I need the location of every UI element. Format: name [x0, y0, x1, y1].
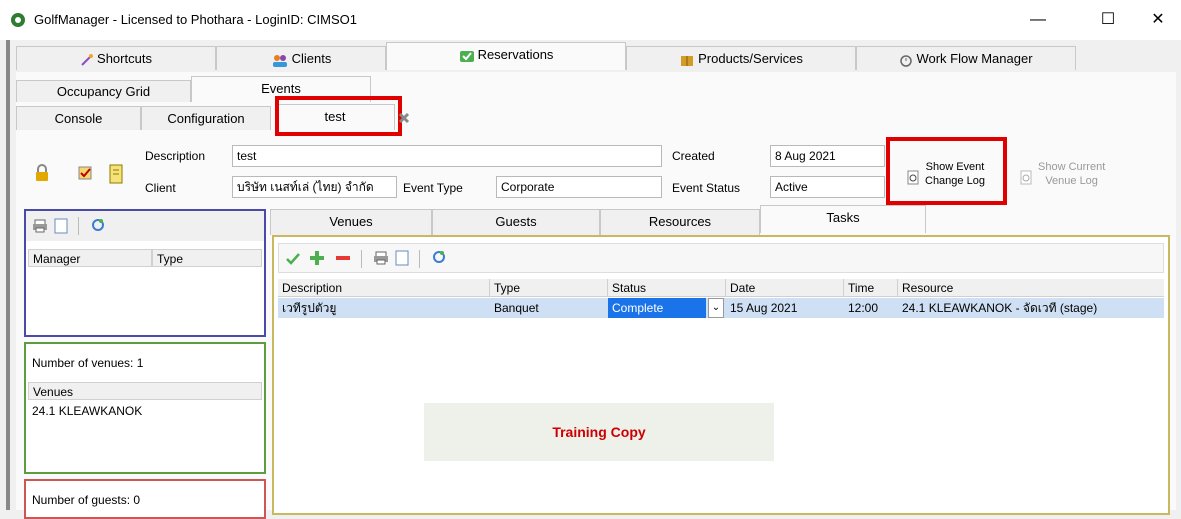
- table-row[interactable]: เวทีรูปตัวยู Banquet Complete ⌄ 15 Aug 2…: [278, 298, 1164, 318]
- show-current-venue-log-button[interactable]: Show Current Venue Log: [1018, 158, 1128, 194]
- tab-label: Products/Services: [698, 51, 803, 66]
- cell-resource: 24.1 KLEAWKANOK - จัดเวที (stage): [902, 301, 1098, 315]
- event-type-field[interactable]: Corporate: [496, 176, 662, 198]
- description-field[interactable]: test: [232, 145, 662, 167]
- refresh-tasks-icon[interactable]: [431, 249, 447, 265]
- manager-column-header[interactable]: Manager: [28, 249, 152, 267]
- chevron-down-icon[interactable]: ⌄: [708, 298, 724, 318]
- tab-reservations[interactable]: Reservations: [386, 42, 626, 70]
- package-icon: [681, 55, 694, 66]
- print-tasks-icon[interactable]: [373, 251, 389, 265]
- detail-tabs: Venues Guests Resources Tasks: [270, 205, 1175, 235]
- cell-type: Banquet: [494, 301, 539, 315]
- window-left-edge: [6, 40, 10, 510]
- tab-console[interactable]: Console: [16, 106, 141, 130]
- guests-panel: Number of guests: 0: [24, 479, 266, 519]
- notebook-icon[interactable]: [108, 164, 124, 184]
- cell-date: 15 Aug 2021: [730, 301, 798, 315]
- tab-configuration[interactable]: Configuration: [141, 106, 271, 130]
- tab-guests[interactable]: Guests: [432, 209, 600, 235]
- tab-resources[interactable]: Resources: [600, 209, 760, 235]
- tab-label: Clients: [291, 51, 332, 66]
- checklist-icon[interactable]: [76, 164, 94, 182]
- tab-shortcuts[interactable]: Shortcuts: [16, 46, 216, 70]
- status-select[interactable]: Complete: [608, 298, 706, 318]
- tab-label: Reservations: [477, 47, 554, 62]
- event-type-label: Event Type: [403, 181, 463, 195]
- remove-icon[interactable]: [335, 250, 351, 266]
- manager-panel: Manager Type: [24, 209, 266, 337]
- tasks-toolbar: [278, 243, 1164, 273]
- cell-time: 12:00: [848, 301, 879, 315]
- venue-log-line1: Show Current: [1038, 161, 1106, 173]
- tab-occupancy-grid[interactable]: Occupancy Grid: [16, 80, 191, 102]
- highlight-test-tab: [275, 96, 402, 136]
- title-bar: GolfManager - Licensed to Phothara - Log…: [0, 0, 1181, 40]
- event-status-field[interactable]: Active: [770, 176, 885, 198]
- app-logo-icon: [11, 13, 25, 27]
- tab-clients[interactable]: Clients: [216, 46, 386, 70]
- client-label: Client: [145, 181, 176, 195]
- description-label: Description: [145, 149, 206, 163]
- document-tasks-icon[interactable]: [395, 250, 409, 266]
- training-copy-watermark: Training Copy: [424, 403, 774, 461]
- column-description[interactable]: Description: [278, 279, 490, 297]
- minimize-button[interactable]: —: [1015, 6, 1061, 34]
- close-button[interactable]: ✕: [1135, 6, 1181, 34]
- venue-item[interactable]: 24.1 KLEAWKANOK: [32, 404, 142, 418]
- venues-panel: Number of venues: 1 Venues 24.1 KLEAWKAN…: [24, 342, 266, 474]
- stopwatch-icon: [900, 54, 913, 67]
- column-resource[interactable]: Resource: [898, 279, 1164, 297]
- wand-icon: [81, 53, 94, 66]
- tasks-panel: Description Type Status Date Time Resour…: [272, 235, 1170, 515]
- add-icon[interactable]: [309, 250, 325, 266]
- tab-label: Shortcuts: [97, 51, 152, 66]
- created-label: Created: [672, 149, 715, 163]
- print-icon[interactable]: [32, 219, 48, 233]
- tab-venues[interactable]: Venues: [270, 209, 432, 235]
- venue-log-icon: [1020, 170, 1032, 185]
- client-field[interactable]: บริษัท เนสท์เล่ (ไทย) จำกัด: [232, 176, 397, 198]
- users-icon: [272, 54, 287, 67]
- window-title: GolfManager - Licensed to Phothara - Log…: [34, 12, 357, 27]
- tab-products-services[interactable]: Products/Services: [626, 46, 856, 70]
- venues-column-header[interactable]: Venues: [28, 382, 262, 400]
- tasks-grid-header: Description Type Status Date Time Resour…: [278, 279, 1164, 297]
- tab-tasks[interactable]: Tasks: [760, 205, 926, 233]
- column-status[interactable]: Status: [608, 279, 726, 297]
- guests-count: Number of guests: 0: [32, 493, 141, 507]
- cell-description: เวทีรูปตัวยู: [282, 301, 337, 315]
- created-field: 8 Aug 2021: [770, 145, 885, 167]
- tab-label: Work Flow Manager: [916, 51, 1033, 66]
- reservations-icon: [459, 50, 474, 62]
- document-icon[interactable]: [54, 218, 68, 234]
- manager-toolbar: [26, 211, 264, 241]
- highlight-change-log: [886, 137, 1007, 205]
- column-time[interactable]: Time: [844, 279, 898, 297]
- refresh-icon[interactable]: [90, 217, 106, 233]
- close-tab-icon[interactable]: [397, 111, 411, 125]
- column-date[interactable]: Date: [726, 279, 844, 297]
- event-status-label: Event Status: [672, 181, 741, 195]
- tab-work-flow-manager[interactable]: Work Flow Manager: [856, 46, 1076, 70]
- checkmark-icon[interactable]: [285, 252, 301, 266]
- maximize-button[interactable]: ☐: [1085, 6, 1131, 34]
- venue-log-line2: Venue Log: [1045, 175, 1098, 187]
- venues-count: Number of venues: 1: [32, 356, 144, 370]
- lock-icon[interactable]: [34, 164, 50, 182]
- type-column-header[interactable]: Type: [152, 249, 262, 267]
- column-type[interactable]: Type: [490, 279, 608, 297]
